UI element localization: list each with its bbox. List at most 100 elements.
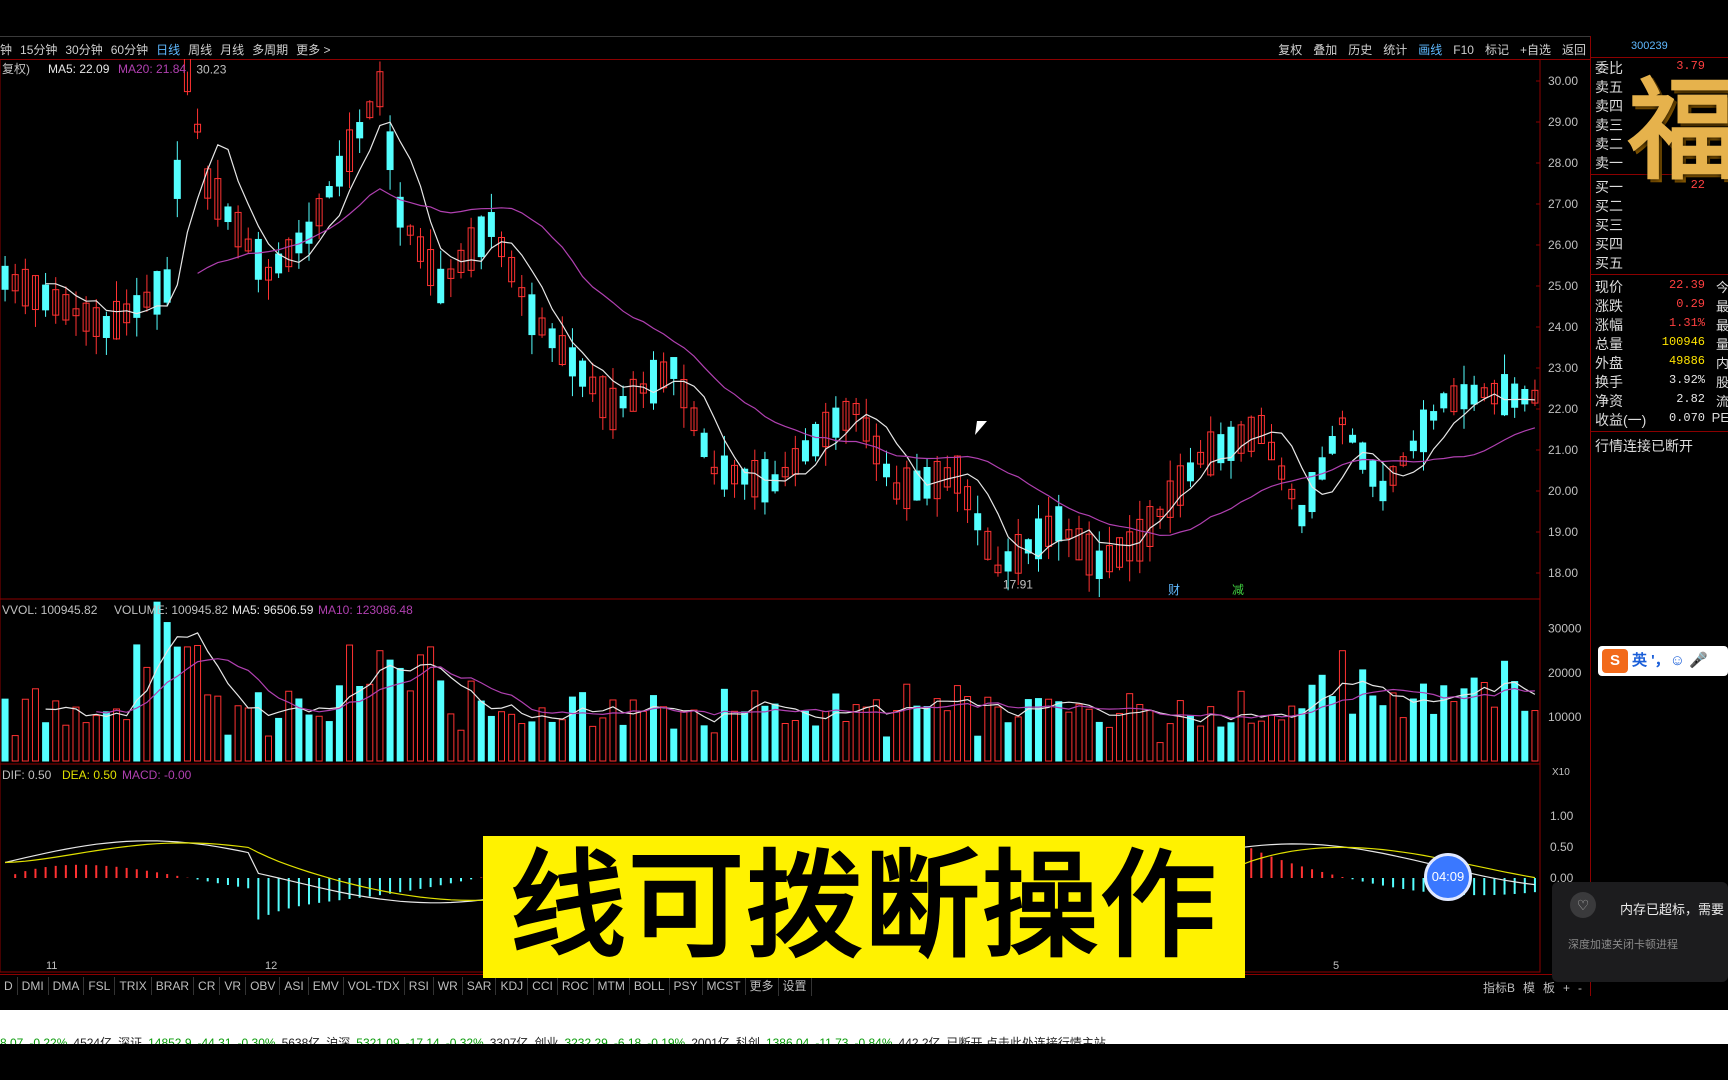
indicator-tab[interactable]: SAR — [463, 977, 497, 995]
volume-bar — [568, 696, 576, 762]
ime-status: 英 '，☺ 🎤 — [1632, 652, 1708, 669]
volume-bar — [1186, 715, 1194, 762]
period-tab[interactable]: 日线 — [156, 43, 180, 57]
period-tab[interactable]: 更多 > — [296, 43, 330, 57]
quote-ext-label: 内 — [1715, 356, 1728, 371]
memory-notification[interactable]: ♡ 内存已超标，需要 深度加速关闭卡顿进程 — [1552, 882, 1728, 982]
indicator-tab[interactable]: OBV — [246, 977, 281, 995]
tool-button[interactable]: 历史 — [1348, 43, 1372, 57]
volume-bar — [923, 706, 931, 762]
indicator-right-button[interactable]: 模 — [1519, 977, 1539, 998]
indicator-tab[interactable]: CR — [194, 977, 221, 995]
period-tab[interactable]: 30分钟 — [65, 43, 102, 57]
candle-body — [335, 155, 343, 187]
indicator-tab[interactable]: DMI — [18, 977, 49, 995]
volume-bar — [751, 690, 759, 762]
tool-button[interactable]: 画线 — [1418, 43, 1442, 57]
price-tick-label: 20.00 — [1548, 484, 1578, 498]
volume-bar — [305, 714, 313, 762]
volume-bar — [62, 724, 70, 762]
quote-ext-label: 最 — [1715, 318, 1728, 333]
event-mark: 减 — [1232, 583, 1244, 597]
volume-bar — [771, 703, 779, 762]
volume-tick-label: 10000 — [1548, 710, 1582, 724]
tool-button[interactable]: +自选 — [1520, 43, 1551, 57]
volume-bar — [1521, 710, 1529, 762]
volume-bar — [1075, 703, 1083, 762]
candle-body — [1511, 383, 1519, 408]
volume-tick-label: 20000 — [1548, 666, 1582, 680]
notification-detail: 深度加速关闭卡顿进程 — [1568, 939, 1678, 951]
indicator-tab[interactable]: EMV — [309, 977, 344, 995]
volume-bar — [498, 711, 506, 762]
volume-bar — [741, 711, 749, 762]
candle-body — [1004, 551, 1012, 572]
indicator-tab[interactable]: PSY — [670, 977, 703, 995]
volume-bar — [1318, 674, 1326, 762]
period-tab[interactable]: 多周期 — [252, 43, 288, 57]
indicator-tab[interactable]: ROC — [558, 977, 594, 995]
tool-button[interactable]: F10 — [1453, 43, 1474, 57]
volume-bar — [416, 654, 424, 762]
volume-bar — [1116, 712, 1124, 762]
volume-legend: VOLUME: 100945.82 — [114, 603, 228, 617]
indicator-tab[interactable]: RSI — [405, 977, 434, 995]
price-tick-label: 26.00 — [1548, 238, 1578, 252]
volume-bar — [386, 659, 394, 762]
event-mark: 财 — [1168, 583, 1180, 597]
indicator-tab[interactable]: DMA — [49, 977, 85, 995]
mouse-cursor-icon — [975, 421, 987, 435]
volume-bar — [102, 711, 110, 762]
low-label: 17.91 — [1003, 578, 1033, 592]
subtitle-text: 线可拨断操作 — [510, 839, 1218, 974]
indicator-tab[interactable]: MCST — [703, 977, 746, 995]
indicator-tab[interactable]: CCI — [528, 977, 558, 995]
indicator-tab[interactable]: ASI — [280, 977, 309, 995]
indicator-tab[interactable]: BOLL — [630, 977, 670, 995]
volume-bar — [670, 728, 678, 762]
candle-body — [1409, 440, 1417, 452]
ask-label: 卖五 — [1595, 79, 1623, 95]
period-tab[interactable]: 月线 — [220, 43, 244, 57]
candle-body — [1501, 374, 1509, 416]
quote-ext-label: 今 — [1715, 280, 1728, 295]
candle-body — [1034, 518, 1042, 560]
volume-bar — [153, 601, 161, 762]
period-tab[interactable]: 15分钟 — [20, 43, 57, 57]
indicator-tab[interactable]: WR — [434, 977, 463, 995]
candle-body — [386, 131, 394, 171]
indicator-right-button[interactable]: 指标B — [1479, 977, 1519, 998]
indicator-tab[interactable]: BRAR — [152, 977, 195, 995]
tool-button[interactable]: 标记 — [1485, 43, 1509, 57]
period-tab[interactable]: 钟 — [0, 43, 12, 57]
period-tab[interactable]: 60分钟 — [111, 43, 148, 57]
tool-button[interactable]: 复权 — [1278, 43, 1302, 57]
candle-body — [173, 159, 181, 199]
indicator-tab[interactable]: VR — [220, 977, 247, 995]
tool-button[interactable]: 统计 — [1383, 43, 1407, 57]
indicator-tab[interactable]: KDJ — [496, 977, 529, 995]
ask-label: 卖二 — [1595, 136, 1623, 152]
period-tab[interactable]: 周线 — [188, 43, 212, 57]
quote-row: 外盘 49886 内 — [1591, 353, 1728, 372]
indicator-tab[interactable]: MTM — [594, 977, 630, 995]
ime-toolbar[interactable]: S英 '，☺ 🎤 — [1598, 646, 1728, 676]
volume-bar — [275, 717, 283, 762]
tool-button[interactable]: 叠加 — [1313, 43, 1337, 57]
indicator-tab[interactable]: FSL — [84, 977, 116, 995]
indicator-tab[interactable]: D — [0, 977, 18, 995]
indicator-tab[interactable]: TRIX — [115, 977, 152, 995]
quote-value: 2.82 — [1676, 392, 1705, 406]
volume-bar — [163, 622, 171, 762]
dea-legend: DEA: 0.50 — [62, 768, 117, 782]
volume-bar — [660, 706, 668, 762]
indicator-tab[interactable]: 更多 — [746, 975, 779, 996]
indicator-tab[interactable]: 设置 — [779, 975, 812, 996]
volume-bar — [1268, 714, 1276, 762]
indicator-tab[interactable]: VOL-TDX — [344, 977, 405, 995]
quote-ext-label: 股 — [1715, 375, 1728, 390]
timer-badge[interactable]: 04:09 — [1424, 853, 1472, 901]
volume-bar — [356, 685, 364, 762]
candle-body — [1308, 472, 1316, 513]
tool-button[interactable]: 返回 — [1562, 43, 1586, 57]
